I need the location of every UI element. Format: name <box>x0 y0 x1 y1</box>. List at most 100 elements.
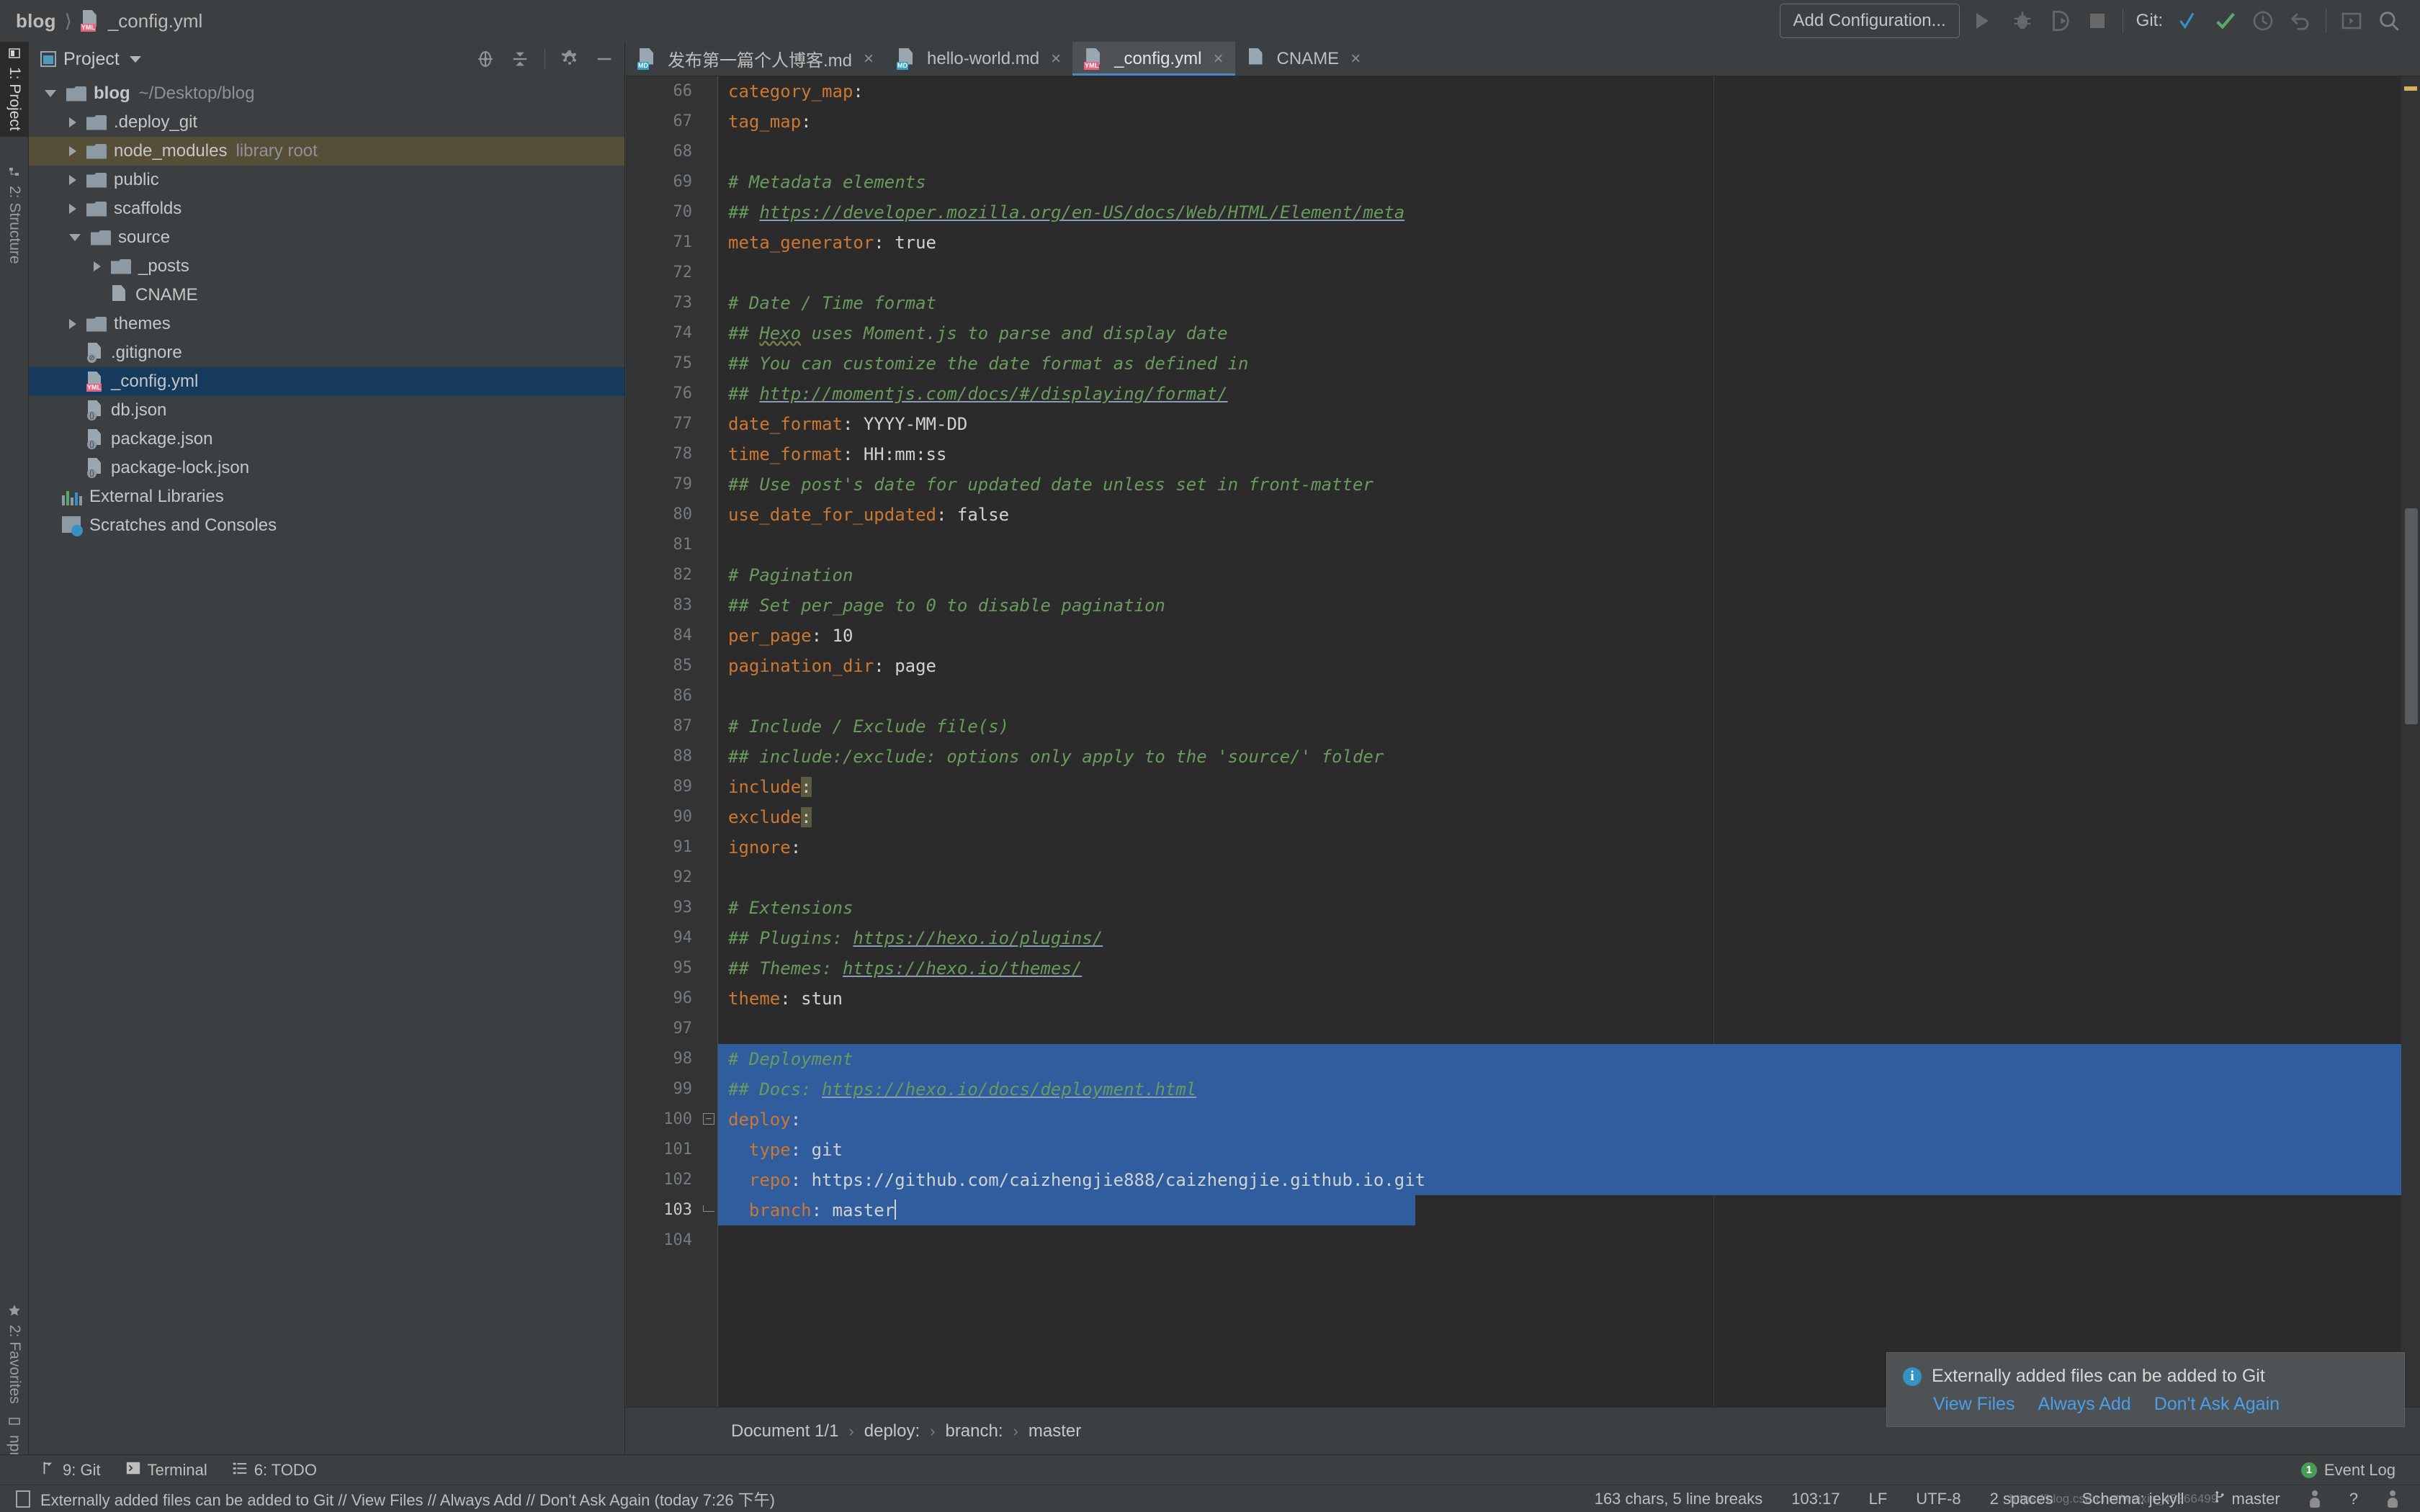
tree-item-package.json[interactable]: {} package.json <box>29 425 624 454</box>
code-line[interactable]: 67 tag_map: <box>626 107 2420 137</box>
tree-item-_posts[interactable]: _posts <box>29 252 624 281</box>
document-icon[interactable] <box>16 1490 30 1508</box>
tree-item-_config.yml[interactable]: YML _config.yml <box>29 367 624 396</box>
code-line[interactable]: 100− deploy: <box>626 1104 2420 1135</box>
code-line[interactable]: 68 <box>626 137 2420 167</box>
code-line[interactable]: 97 <box>626 1014 2420 1044</box>
tree-item-.deploy_git[interactable]: .deploy_git <box>29 108 624 137</box>
code-line[interactable]: 99 ## Docs: https://hexo.io/docs/deployme… <box>626 1074 2420 1104</box>
marker-warning[interactable] <box>2404 86 2417 91</box>
code-content[interactable]: 66 category_map: 67 tag_map: 68 69 # Metadata … <box>626 76 2420 1407</box>
view-files-link[interactable]: View Files <box>1933 1394 2015 1415</box>
bottom-tab-todo[interactable]: 6: TODO <box>232 1460 317 1480</box>
code-line[interactable]: 101 type: git <box>626 1135 2420 1165</box>
code-line[interactable]: 87 # Include / Exclude file(s) <box>626 711 2420 742</box>
code-line[interactable]: 84 per_page: 10 <box>626 621 2420 651</box>
sidebar-item-favorites[interactable]: 2: Favorites <box>0 1298 29 1410</box>
code-link[interactable]: https://developer.mozilla.org/en-US/docs… <box>759 202 1404 222</box>
code-link[interactable]: https://hexo.io/plugins/ <box>853 928 1103 948</box>
run-icon[interactable] <box>1973 9 1997 33</box>
chevron-right-icon[interactable] <box>69 146 76 156</box>
tree-item-scratches-and-consoles[interactable]: Scratches and Consoles <box>29 511 624 540</box>
chevron-right-icon[interactable] <box>69 117 76 127</box>
bottom-tab-terminal[interactable]: Terminal <box>125 1460 207 1480</box>
code-line[interactable]: 96 theme: stun <box>626 984 2420 1014</box>
code-line[interactable]: 77 date_format: YYYY-MM-DD <box>626 409 2420 439</box>
code-line[interactable]: 95 ## Themes: https://hexo.io/themes/ <box>626 953 2420 984</box>
code-link[interactable]: http://momentjs.com/docs/#/displaying/fo… <box>759 384 1227 404</box>
tree-item-.gitignore[interactable]: ⊘ .gitignore <box>29 338 624 367</box>
code-line[interactable]: 71 meta_generator: true <box>626 228 2420 258</box>
status-git-branch[interactable]: master <box>2213 1490 2280 1508</box>
avatar-icon[interactable] <box>2309 1490 2321 1508</box>
commit-checkmark-icon[interactable] <box>2213 9 2238 33</box>
editor-breadcrumb-item[interactable]: deploy: <box>864 1421 920 1441</box>
project-panel-title[interactable]: Project <box>63 49 120 70</box>
code-line[interactable]: 90 exclude: <box>626 802 2420 832</box>
code-line[interactable]: 89 include: <box>626 772 2420 802</box>
code-line[interactable]: 83 ## Set per_page to 0 to disable pagina… <box>626 590 2420 621</box>
scroll-from-source-icon[interactable] <box>475 49 496 69</box>
event-log-button[interactable]: 1 Event Log <box>2300 1461 2420 1480</box>
code-line[interactable]: 66 category_map: <box>626 76 2420 107</box>
rollback-icon[interactable] <box>2288 9 2313 33</box>
tree-item-source[interactable]: source <box>29 223 624 252</box>
close-icon[interactable]: × <box>864 50 874 68</box>
chevron-down-icon[interactable] <box>45 90 56 97</box>
code-link[interactable]: https://hexo.io/themes/ <box>843 958 1082 978</box>
status-indent[interactable]: 2 spaces <box>1990 1490 2053 1508</box>
chevron-right-icon[interactable] <box>69 319 76 329</box>
tree-item-scaffolds[interactable]: scaffolds <box>29 194 624 223</box>
code-line[interactable]: 98 # Deployment <box>626 1044 2420 1074</box>
code-line[interactable]: 104 <box>626 1225 2420 1256</box>
chevron-right-icon[interactable] <box>94 261 101 271</box>
editor-tab-hello-world.md[interactable]: MD hello-world.md × <box>885 42 1072 76</box>
marker-stripe[interactable] <box>2401 76 2420 1407</box>
code-line[interactable]: 82 # Pagination <box>626 560 2420 590</box>
breadcrumb-file[interactable]: _config.yml <box>108 10 203 32</box>
status-line-separator[interactable]: LF <box>1869 1490 1888 1508</box>
code-line[interactable]: 93 # Extensions <box>626 893 2420 923</box>
settings-gear-icon[interactable] <box>560 49 580 69</box>
editor-scrollbar-thumb[interactable] <box>2405 508 2418 724</box>
code-line[interactable]: 94 ## Plugins: https://hexo.io/plugins/ <box>626 923 2420 953</box>
history-clock-icon[interactable] <box>2251 9 2275 33</box>
code-line[interactable]: 102 repo: https://github.com/caizhengjie… <box>626 1165 2420 1195</box>
add-configuration-button[interactable]: Add Configuration... <box>1779 4 1960 38</box>
chevron-down-icon[interactable] <box>129 55 141 63</box>
update-project-icon[interactable] <box>2176 9 2200 33</box>
hide-panel-icon[interactable] <box>594 49 614 69</box>
code-line[interactable]: 76 ## http://momentjs.com/docs/#/displayi… <box>626 379 2420 409</box>
tree-item-themes[interactable]: themes <box>29 310 624 338</box>
help-icon[interactable]: ? <box>2349 1490 2358 1508</box>
code-line[interactable]: 74 ## Hexo uses Moment.js to parse and di… <box>626 318 2420 348</box>
tree-item-external-libraries[interactable]: External Libraries <box>29 482 624 511</box>
code-line[interactable]: 78 time_format: HH:mm:ss <box>626 439 2420 469</box>
code-line[interactable]: 92 <box>626 863 2420 893</box>
code-line[interactable]: 88 ## include:/exclude: options only appl… <box>626 742 2420 772</box>
tree-item-public[interactable]: public <box>29 166 624 194</box>
dont-ask-again-link[interactable]: Don't Ask Again <box>2154 1394 2280 1415</box>
status-caret-position[interactable]: 103:17 <box>1791 1490 1839 1508</box>
tree-item-cname[interactable]: CNAME <box>29 281 624 310</box>
sidebar-item-structure[interactable]: 2: Structure <box>0 161 29 270</box>
tree-item-package-lock.json[interactable]: {} package-lock.json <box>29 454 624 482</box>
code-line[interactable]: 81 <box>626 530 2420 560</box>
close-icon[interactable]: × <box>1051 50 1061 68</box>
bottom-tab-git[interactable]: 9: Git <box>40 1460 101 1480</box>
status-schema[interactable]: Schema: jekyll <box>2082 1490 2184 1508</box>
run-with-coverage-icon[interactable] <box>2048 9 2072 33</box>
code-line[interactable]: 70 ## https://developer.mozilla.org/en-US… <box>626 197 2420 228</box>
close-icon[interactable]: × <box>1350 50 1361 68</box>
code-line[interactable]: 73 # Date / Time format <box>626 288 2420 318</box>
code-line[interactable]: 91 ignore: <box>626 832 2420 863</box>
debug-icon[interactable] <box>2010 9 2035 33</box>
notification-balloon[interactable]: i Externally added files can be added to… <box>1886 1352 2405 1427</box>
code-line[interactable]: 85 pagination_dir: page <box>626 651 2420 681</box>
editor-tab-cname[interactable]: CNAME × <box>1235 42 1373 76</box>
chevron-right-icon[interactable] <box>69 204 76 214</box>
status-encoding[interactable]: UTF-8 <box>1916 1490 1960 1508</box>
code-line[interactable]: 80 use_date_for_updated: false <box>626 500 2420 530</box>
tree-item-db.json[interactable]: {} db.json <box>29 396 624 425</box>
status-message[interactable]: Externally added files can be added to G… <box>40 1488 775 1511</box>
